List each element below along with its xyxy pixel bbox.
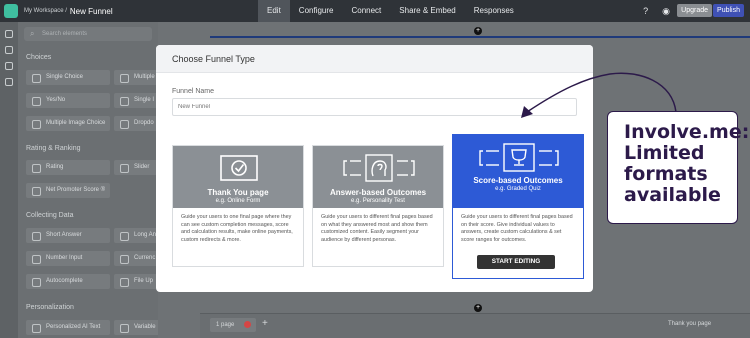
annotation-callout: Involve.me: Limited formats available [607,111,750,224]
annotation-line: formats [624,163,708,185]
annotation-line: Limited [624,142,705,164]
annotation-line: Involve.me: [624,121,750,143]
annotation-line: available [624,184,721,206]
